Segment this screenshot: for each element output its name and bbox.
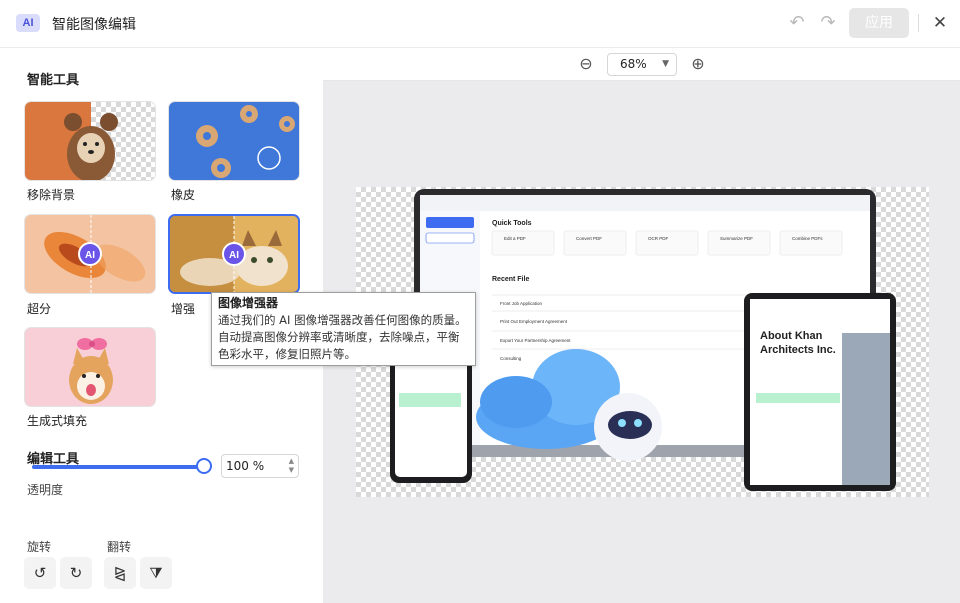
remove-background-label: 移除背景 [27, 188, 76, 202]
opacity-stepper[interactable]: ▲ ▼ [289, 457, 294, 475]
zoom-out-icon[interactable]: ⊖ [576, 54, 596, 74]
flip-vertical-button[interactable]: ⧩ [140, 557, 172, 589]
upscale-label: 超分 [27, 302, 52, 316]
zoom-value: 68% [620, 57, 647, 71]
opacity-slider-thumb[interactable] [196, 458, 212, 474]
title-bar: AI 智能图像编辑 ↶ ↷ 应用 ✕ [0, 0, 960, 48]
opacity-label: 透明度 [27, 483, 64, 497]
tooltip-body: 通过我们的 AI 图像增强器改善任何图像的质量。自动提高图像分辨率或清晰度，去除… [218, 313, 467, 361]
undo-icon[interactable]: ↶ [787, 13, 807, 33]
shiba-dog-thumbnail [69, 338, 113, 404]
dog-costume-thumbnail [64, 113, 118, 180]
chevron-down-icon: ▼ [662, 59, 669, 69]
donuts-thumbnail [196, 105, 295, 178]
laptop-tool-label: OCR PDF [648, 236, 669, 241]
enhance-tooltip: 图像增强器 通过我们的 AI 图像增强器改善任何图像的质量。自动提高图像分辨率或… [211, 292, 476, 366]
upscale-card[interactable]: AI [24, 214, 156, 294]
close-icon[interactable]: ✕ [930, 13, 950, 33]
generative-fill-label: 生成式填充 [27, 414, 88, 428]
enhance-label: 增强 [171, 302, 196, 316]
flip-horizontal-button[interactable]: ⧎ [104, 557, 136, 589]
laptop-recent-title: Recent File [492, 276, 529, 283]
rotate-left-icon: ↺ [33, 564, 47, 582]
ai-chip-badge: AI [78, 242, 102, 266]
laptop-file-row: Consulting [500, 356, 522, 361]
enhance-card[interactable]: AI [168, 214, 300, 294]
rotate-label: 旋转 [27, 540, 52, 554]
redo-icon[interactable]: ↷ [818, 13, 838, 33]
tooltip-title: 图像增强器 [218, 296, 279, 310]
opacity-input[interactable]: 100 % ▲ ▼ [221, 454, 299, 478]
laptop-file-row: Print Out Employment Agreement [500, 319, 568, 324]
laptop-quick-tools-title: Quick Tools [492, 220, 532, 227]
laptop-file-row: Export Your Partnership Agreement [500, 338, 571, 343]
laptop-tool-label: Convert PDF [576, 236, 602, 241]
flip-label: 翻转 [107, 540, 132, 554]
tablet-heading-line1: About Khan [760, 330, 823, 342]
apply-button[interactable]: 应用 [849, 8, 909, 38]
eraser-card[interactable] [168, 101, 300, 181]
zoom-select[interactable]: 68% ▼ [607, 53, 677, 76]
laptop-tool-label: Combine PDFs [792, 236, 823, 241]
remove-background-card[interactable] [24, 101, 156, 181]
zoom-toolbar: ⊖ 68% ▼ ⊕ [323, 48, 960, 81]
ai-chip-badge: AI [222, 242, 246, 266]
window-title: 智能图像编辑 [52, 17, 136, 33]
laptop-tool-label: Summarize PDF [720, 236, 753, 241]
zoom-in-icon[interactable]: ⊕ [688, 54, 708, 74]
generative-fill-card[interactable] [24, 327, 156, 407]
laptop-tool-label: Edit a PDF [504, 236, 526, 241]
opacity-slider-track[interactable] [32, 465, 204, 469]
ai-logo-icon: AI [16, 14, 40, 32]
opacity-value: 100 % [226, 459, 265, 473]
titlebar-divider [918, 14, 919, 32]
eraser-label: 橡皮 [171, 188, 196, 202]
rotate-right-icon: ↻ [69, 564, 83, 582]
laptop-file-row: Front Job Application [500, 301, 543, 306]
smart-tools-heading: 智能工具 [27, 73, 80, 88]
flip-horizontal-icon: ⧎ [113, 564, 127, 582]
rotate-left-button[interactable]: ↺ [24, 557, 56, 589]
flip-vertical-icon: ⧩ [149, 564, 163, 582]
rotate-right-button[interactable]: ↻ [60, 557, 92, 589]
tablet-heading-line2: Architects Inc. [760, 344, 836, 356]
